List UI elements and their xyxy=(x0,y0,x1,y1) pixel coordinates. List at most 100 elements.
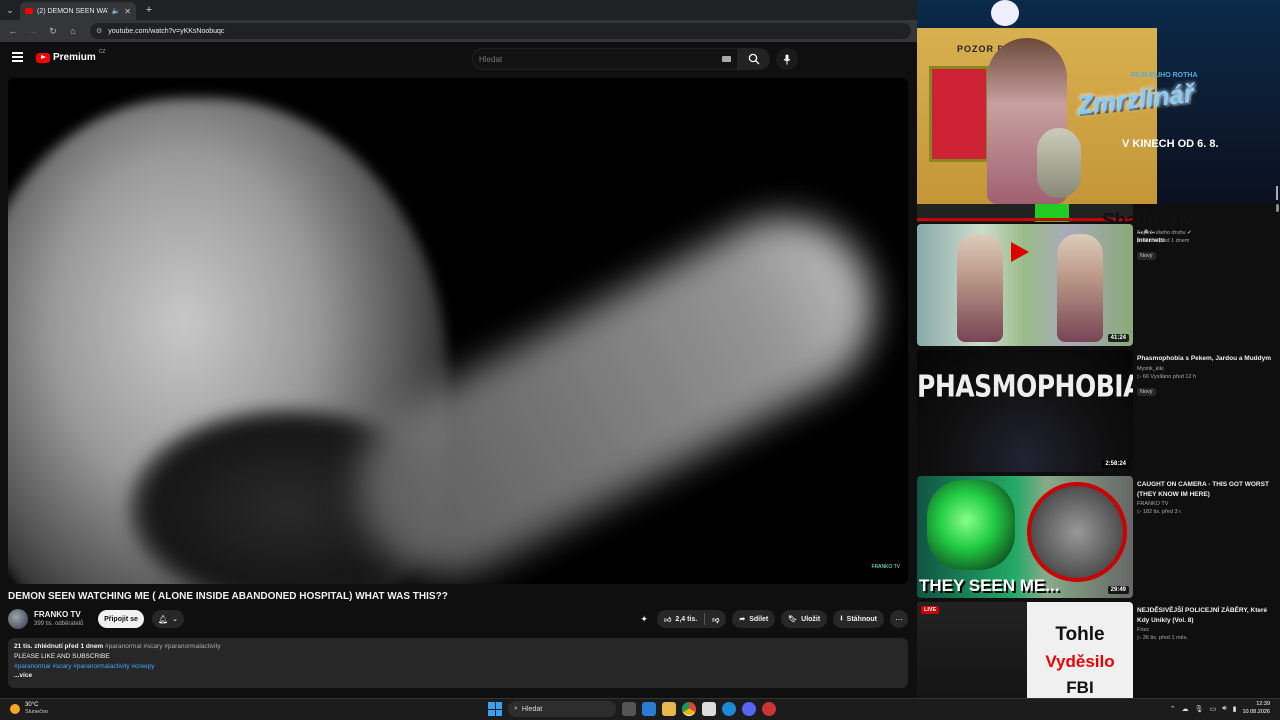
share-button[interactable]: ➦ Sdílet xyxy=(732,610,776,628)
partial-thumbnail[interactable] xyxy=(917,204,1133,222)
mail-icon[interactable] xyxy=(642,702,656,716)
url-text: youtube.com/watch?v=yKKsNoobuqc xyxy=(108,27,225,35)
duration-badge: 29:49 xyxy=(1107,586,1129,594)
ask-sparkle-icon[interactable]: ✦ xyxy=(637,610,651,628)
thumb-dark-figure xyxy=(917,602,1027,700)
video-thumbnail[interactable]: THEY SEEN ME... 29:49 xyxy=(917,476,1133,598)
clock[interactable]: 12:39 10.08.2026 xyxy=(1242,701,1270,716)
channel-name[interactable]: Sajdok všeho druhu ✔ xyxy=(1137,230,1271,236)
url-field[interactable]: ⚙ youtube.com/watch?v=yKKsNoobuqc xyxy=(90,23,911,39)
channel-name[interactable]: FRANKO TV xyxy=(1137,501,1271,507)
description-line: PLEASE LIKE AND SUBSCRIBE xyxy=(14,652,110,660)
close-tab-icon[interactable]: ✕ xyxy=(124,7,131,16)
join-button[interactable]: Připojit se xyxy=(98,610,144,628)
movie-ad-banner[interactable]: POZOR DĚTI FILM ELIHO ROTHA Zmrzlinář V … xyxy=(917,0,1280,204)
video-meta: ▷ 182 tis. před 3 r. xyxy=(1137,509,1183,515)
speaker-icon[interactable]: 🔈 xyxy=(112,7,121,15)
thumb-circle xyxy=(1027,482,1127,582)
microphone-icon[interactable]: 🎙︎ xyxy=(1195,705,1204,713)
save-button[interactable]: 🔖︎ Uložit xyxy=(781,610,828,628)
tab-search-chevron-icon[interactable]: ⌄ xyxy=(0,0,20,20)
arrow-icon xyxy=(1011,242,1029,262)
weather-temp: 30°C xyxy=(25,702,39,708)
video-thumbnail[interactable]: Tohle Vyděsilo FBI LIVE xyxy=(917,602,1133,700)
list-item[interactable]: THEY SEEN ME... 29:49 CAUGHT ON CAMERA -… xyxy=(917,476,1274,598)
dislike-button[interactable]: 👎︎ xyxy=(705,610,726,628)
file-explorer-icon[interactable] xyxy=(662,702,676,716)
related-scrollbar[interactable] xyxy=(1274,204,1280,700)
thumb-text-1: Tohle xyxy=(1055,624,1105,645)
search-icon: ⌕ xyxy=(514,705,518,712)
chevron-down-icon: ⌄ xyxy=(172,616,179,623)
video-title[interactable]: Phasmophobia s Pekem, Jardou a Muddym xyxy=(1137,354,1271,364)
new-badge: Nový xyxy=(1137,387,1156,396)
menu-icon[interactable] xyxy=(12,52,23,62)
taskbar-search[interactable]: ⌕ Hledat xyxy=(508,701,616,717)
list-item[interactable]: PHASMOPHOBIA 2:58:24 Phasmophobia s Peke… xyxy=(917,350,1274,472)
app-icon[interactable] xyxy=(762,702,776,716)
channel-name[interactable]: Frizz xyxy=(1137,627,1271,633)
duration-badge: 2:58:24 xyxy=(1102,460,1129,468)
search-button[interactable] xyxy=(738,48,770,70)
reload-icon[interactable]: ↻ xyxy=(44,22,62,40)
new-badge: Nový xyxy=(1137,252,1156,260)
back-icon[interactable]: ← xyxy=(4,22,22,40)
notifications-button[interactable]: 🔔︎ ⌄ xyxy=(152,610,184,628)
volume-icon[interactable]: 🔊︎ xyxy=(1222,705,1226,713)
discord-icon[interactable] xyxy=(742,702,756,716)
more-actions-icon[interactable]: ⋯ xyxy=(890,610,908,628)
windows-start-icon[interactable] xyxy=(488,702,502,716)
search-icon xyxy=(748,53,760,65)
duration-badge: 41:24 xyxy=(1107,334,1129,342)
edge-icon[interactable] xyxy=(722,702,736,716)
list-item[interactable]: 41:24 Sajdok všeho druhu ✔ ▷ 11 tis. pře… xyxy=(917,224,1274,346)
like-count: 2,4 tis. xyxy=(675,615,698,623)
browser-tab[interactable]: (2) DEMON SEEN WATCHI... 🔈 ✕ xyxy=(20,2,136,20)
forward-icon[interactable]: → xyxy=(24,22,42,40)
thumb-text: THEY SEEN ME... xyxy=(919,576,1060,595)
task-view-icon[interactable] xyxy=(622,702,636,716)
description-hashtags[interactable]: #paranormal #scary #paranormalactivity #… xyxy=(14,662,902,672)
clock-date: 10.08.2026 xyxy=(1242,708,1270,715)
channel-avatar[interactable] xyxy=(8,609,28,629)
scrollbar-thumb[interactable] xyxy=(1276,204,1279,212)
video-info: CAUGHT ON CAMERA - THIS GOT WORST (THEY … xyxy=(1137,480,1271,515)
system-tray: ⌃ ☁ 🎙︎ ▭ 🔊︎ ▮ 12:39 10.08.2026 xyxy=(1170,701,1270,716)
youtube-premium-logo[interactable]: Premium CZ xyxy=(36,49,105,63)
thumb-face xyxy=(927,480,1015,570)
video-thumbnail[interactable]: 41:24 xyxy=(917,224,1133,346)
inline-hashtags[interactable]: #paranormal #scary #paranormalactivity xyxy=(105,643,221,650)
display-icon[interactable]: ▭ xyxy=(1210,705,1217,713)
channel-name[interactable]: FRANKO TV xyxy=(34,610,81,619)
share-label: Sdílet xyxy=(749,615,769,623)
video-player[interactable]: FRANKO TV xyxy=(8,78,908,584)
video-title[interactable]: CAUGHT ON CAMERA - THIS GOT WORST (THEY … xyxy=(1137,480,1271,499)
home-icon[interactable]: ⌂ xyxy=(64,22,82,40)
list-item[interactable]: Tohle Vyděsilo FBI LIVE NEJDĚSIVĚJŠÍ POL… xyxy=(917,602,1274,700)
voice-search-button[interactable] xyxy=(776,48,798,70)
video-watermark: FRANKO TV xyxy=(871,564,900,570)
search-input[interactable]: Hledat xyxy=(472,48,738,70)
keyboard-icon[interactable] xyxy=(722,56,731,62)
video-title[interactable]: NEJDĚSIVĚJŠÍ POLICEJNÍ ZÁBĚRY, Které Kdy… xyxy=(1137,606,1271,625)
chevron-up-icon[interactable]: ⌃ xyxy=(1170,705,1176,713)
like-button[interactable]: 👍︎ 2,4 tis. xyxy=(657,610,704,628)
video-meta: ▷ 66 Vysíláno před 12 h xyxy=(1137,373,1197,380)
new-tab-button[interactable]: + xyxy=(140,4,158,16)
battery-icon[interactable]: ▮ xyxy=(1233,705,1237,713)
store-icon[interactable] xyxy=(702,702,716,716)
chrome-icon[interactable] xyxy=(682,702,696,716)
tab-title: (2) DEMON SEEN WATCHI... xyxy=(37,7,108,15)
live-badge: LIVE xyxy=(921,606,940,614)
watch-progress-bar xyxy=(917,218,1133,221)
cloud-icon[interactable]: ☁ xyxy=(1182,705,1189,713)
download-icon: ⭳ xyxy=(840,614,843,622)
show-more-link[interactable]: ...více xyxy=(14,671,902,681)
description-box[interactable]: 21 tis. zhlédnutí před 1 dnem #paranorma… xyxy=(8,638,908,688)
video-info: NEJDĚSIVĚJŠÍ POLICEJNÍ ZÁBĚRY, Které Kdy… xyxy=(1137,606,1271,641)
download-button[interactable]: ⭳ Stáhnout xyxy=(833,610,884,628)
channel-name[interactable]: Mystik_kiki xyxy=(1137,366,1271,372)
weather-widget[interactable]: 30°C Slunečno xyxy=(10,702,48,716)
site-info-icon[interactable]: ⚙ xyxy=(96,27,102,35)
video-thumbnail[interactable]: PHASMOPHOBIA 2:58:24 xyxy=(917,350,1133,472)
